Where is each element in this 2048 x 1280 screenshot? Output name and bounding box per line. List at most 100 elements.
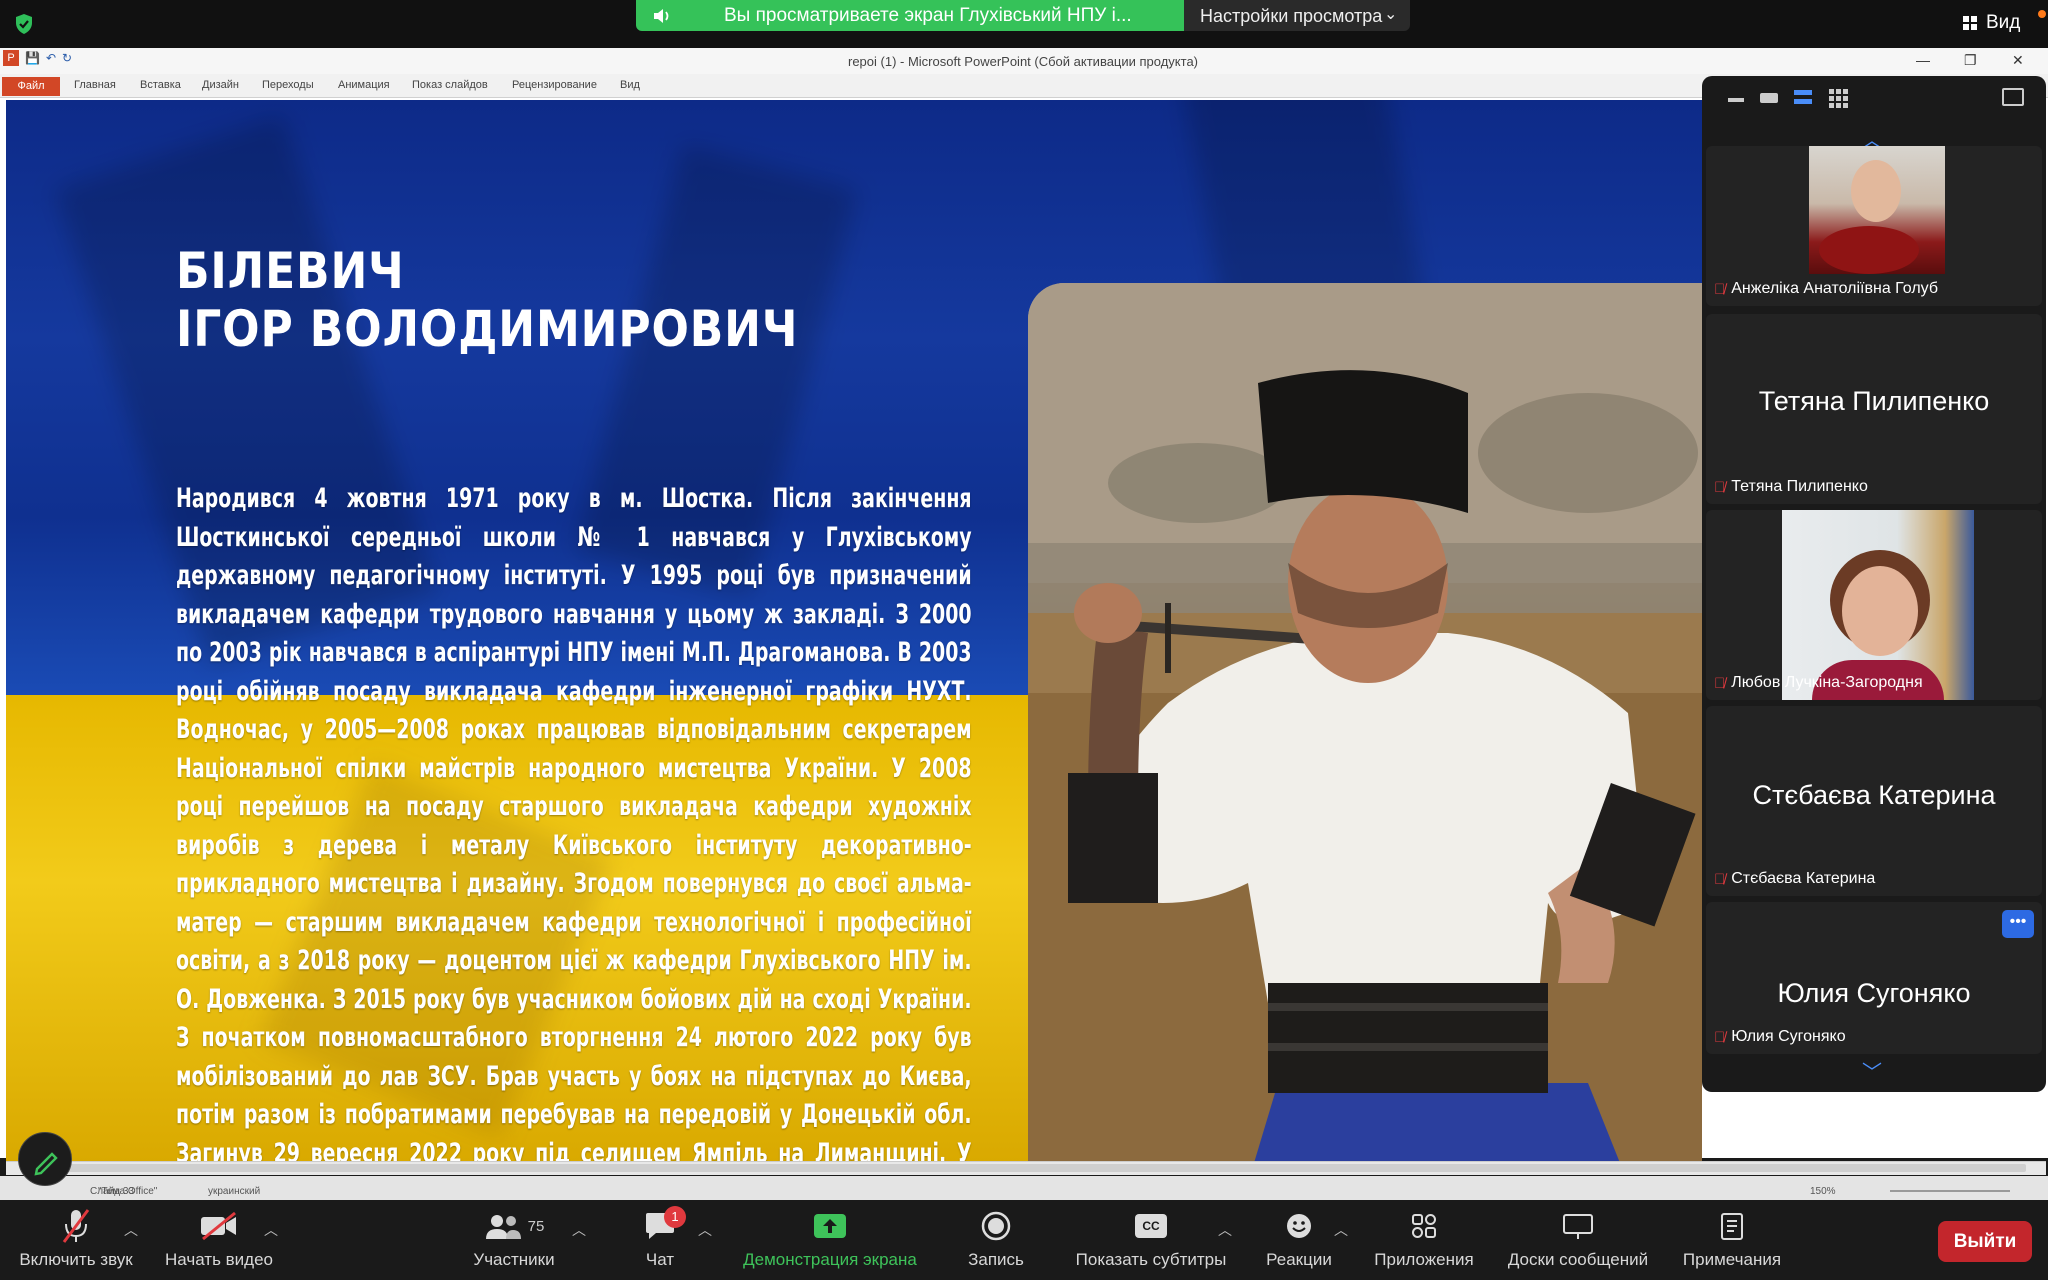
speaker-view-icon[interactable]	[1760, 93, 1778, 103]
muted-mic-icon: 🎙̸	[1714, 1028, 1726, 1046]
ppt-window-title: repoi (1) - Microsoft PowerPoint (Сбой а…	[848, 54, 1199, 69]
ribbon-tab-design[interactable]: Дизайн	[202, 79, 239, 91]
participant-display-name: Тетяна Пилипенко	[1758, 386, 1990, 416]
participant-display-name: Стєбаєва Катерина	[1752, 780, 1996, 810]
share-screen-icon	[814, 1214, 846, 1238]
close-icon[interactable]: ✕	[2012, 52, 2024, 69]
strip-view-icon[interactable]	[1794, 90, 1812, 104]
view-settings-label: Настройки просмотра	[1200, 6, 1383, 26]
view-settings-dropdown[interactable]: Настройки просмотра ⌄	[1184, 0, 1410, 31]
status-zoom-level[interactable]: 150%	[1810, 1186, 1836, 1197]
save-icon[interactable]: 💾	[25, 51, 40, 65]
scroll-down-icon[interactable]: ﹀	[1862, 1056, 1882, 1085]
notification-dot	[2038, 10, 2046, 18]
reactions-smiley-icon	[1287, 1214, 1311, 1238]
participant-tile[interactable]: 🎙̸ Анжеліка Анатоліївна Голуб	[1706, 146, 2042, 306]
scrollbar-thumb[interactable]	[66, 1164, 2026, 1172]
apps-label: Приложения	[1374, 1250, 1474, 1269]
participant-gallery: ︿ 🎙̸ Анжеліка Анатоліївна Голуб Тетяна П…	[1702, 76, 2046, 1092]
chat-label: Чат	[645, 1250, 675, 1269]
ribbon-tab-file[interactable]: Файл	[2, 77, 60, 96]
participant-video	[1782, 510, 1974, 700]
zoom-toolbar: Включить звук ︿ Начать видео ︿ 75 Участн…	[0, 1200, 2048, 1280]
minimize-icon[interactable]: —	[1916, 52, 1930, 68]
record-button[interactable]: Запись	[958, 1206, 1034, 1270]
ribbon-tab-transitions[interactable]: Переходы	[262, 79, 314, 91]
reactions-label: Реакции	[1266, 1250, 1332, 1269]
gallery-layout-toolbar	[1702, 76, 2046, 116]
unmute-button[interactable]: Включить звук	[10, 1206, 142, 1270]
more-options-button[interactable]: •••	[2002, 910, 2034, 938]
screen-share-banner: Вы просматриваете экран Глухівський НПУ …	[636, 0, 1184, 31]
ribbon-tab-slideshow[interactable]: Показ слайдов	[412, 79, 488, 91]
pen-icon	[34, 1152, 58, 1176]
view-button[interactable]: Вид	[1962, 12, 2020, 34]
captions-cc-icon: CC	[1135, 1214, 1167, 1238]
participant-face	[1842, 566, 1918, 656]
side-by-side-icon[interactable]	[2002, 88, 2024, 106]
ribbon-tab-animation[interactable]: Анимация	[338, 79, 390, 91]
muted-mic-icon: 🎙̸	[1714, 674, 1726, 692]
muted-mic-icon: 🎙̸	[1714, 870, 1726, 888]
annotate-pen-button[interactable]	[18, 1132, 72, 1186]
undo-icon[interactable]: ↶	[46, 51, 56, 65]
cossack-illustration	[1028, 283, 1702, 1162]
start-video-label: Начать видео	[164, 1250, 274, 1269]
participant-name-tag: 🎙̸ Юлия Сугоняко	[1714, 1028, 1846, 1046]
participant-video	[1809, 146, 1945, 274]
security-shield-icon[interactable]	[12, 12, 36, 36]
share-banner-text: Вы просматриваете экран Глухівський НПУ …	[724, 5, 1132, 26]
redo-icon[interactable]: ↻	[62, 51, 72, 65]
speaker-icon[interactable]	[652, 7, 674, 25]
whiteboards-button[interactable]: Доски сообщений	[1500, 1206, 1656, 1270]
powerpoint-logo-icon: P	[3, 50, 19, 66]
participant-name-tag: 🎙̸ Любов Лучкіна-Загородня	[1714, 674, 1923, 692]
captions-caret-icon[interactable]: ︿	[1218, 1220, 1232, 1240]
apps-button[interactable]: Приложения	[1370, 1206, 1478, 1270]
zoom-slider[interactable]	[1890, 1190, 2010, 1192]
ribbon-tab-view[interactable]: Вид	[620, 79, 640, 91]
captions-label: Показать субтитры	[1075, 1250, 1227, 1269]
ppt-title-bar: P 💾 ↶ ↻ repoi (1) - Microsoft PowerPoint…	[0, 48, 2048, 74]
slide-canvas: БІЛЕВИЧ ІГОР ВОЛОДИМИРОВИЧ Народився 4 ж…	[6, 100, 1702, 1162]
chat-unread-badge: 1	[664, 1206, 686, 1228]
chat-caret-icon[interactable]: ︿	[698, 1220, 712, 1240]
participants-icon	[485, 1215, 521, 1239]
participant-display-name: Юлия Сугоняко	[1777, 978, 1971, 1008]
participant-tile[interactable]: 🎙̸ Любов Лучкіна-Загородня	[1706, 510, 2042, 700]
ribbon-tab-home[interactable]: Главная	[74, 79, 116, 91]
participants-button[interactable]: 75 Участники	[464, 1206, 564, 1270]
muted-mic-icon: 🎙̸	[1714, 478, 1726, 496]
participant-tile[interactable]: Тетяна Пилипенко 🎙̸ Тетяна Пилипенко	[1706, 314, 2042, 504]
whiteboard-icon	[1563, 1214, 1593, 1239]
video-options-caret-icon[interactable]: ︿	[264, 1220, 278, 1240]
chevron-down-icon: ⌄	[1384, 6, 1398, 23]
minimize-video-icon[interactable]	[1728, 98, 1744, 102]
share-screen-button[interactable]: Демонстрация экрана	[732, 1206, 928, 1270]
audio-options-caret-icon[interactable]: ︿	[124, 1220, 138, 1240]
horizontal-scrollbar[interactable]	[6, 1161, 2046, 1175]
reactions-caret-icon[interactable]: ︿	[1334, 1220, 1348, 1240]
participant-face	[1851, 160, 1901, 222]
gallery-view-icon[interactable]	[1828, 88, 1848, 108]
participant-name-tag: 🎙̸ Стєбаєва Катерина	[1714, 870, 1875, 888]
leave-meeting-button[interactable]: Выйти	[1938, 1221, 2032, 1262]
captions-button[interactable]: CC Показать субтитры	[1066, 1206, 1236, 1270]
participant-name: Юлия Сугоняко	[1731, 1028, 1846, 1045]
ribbon-tab-review[interactable]: Рецензирование	[512, 79, 597, 91]
status-theme: "Тема Office"	[98, 1186, 158, 1197]
maximize-icon[interactable]: ❐	[1964, 52, 1977, 69]
notes-button[interactable]: Примечания	[1678, 1206, 1786, 1270]
participant-name-tag: 🎙̸ Тетяна Пилипенко	[1714, 478, 1868, 496]
flower-bouquet	[1819, 226, 1919, 274]
participant-tile[interactable]: Стєбаєва Катерина 🎙̸ Стєбаєва Катерина	[1706, 706, 2042, 896]
chat-button[interactable]: 1 Чат	[620, 1206, 700, 1270]
cossack-photo	[1028, 283, 1702, 1162]
reactions-button[interactable]: Реакции	[1256, 1206, 1342, 1270]
ribbon-tab-insert[interactable]: Вставка	[140, 79, 181, 91]
participants-caret-icon[interactable]: ︿	[572, 1220, 586, 1240]
participant-tile[interactable]: ••• Юлия Сугоняко 🎙̸ Юлия Сугоняко	[1706, 902, 2042, 1054]
muted-mic-icon	[62, 1209, 90, 1243]
unmute-label: Включить звук	[19, 1250, 133, 1269]
notes-label: Примечания	[1682, 1250, 1782, 1269]
